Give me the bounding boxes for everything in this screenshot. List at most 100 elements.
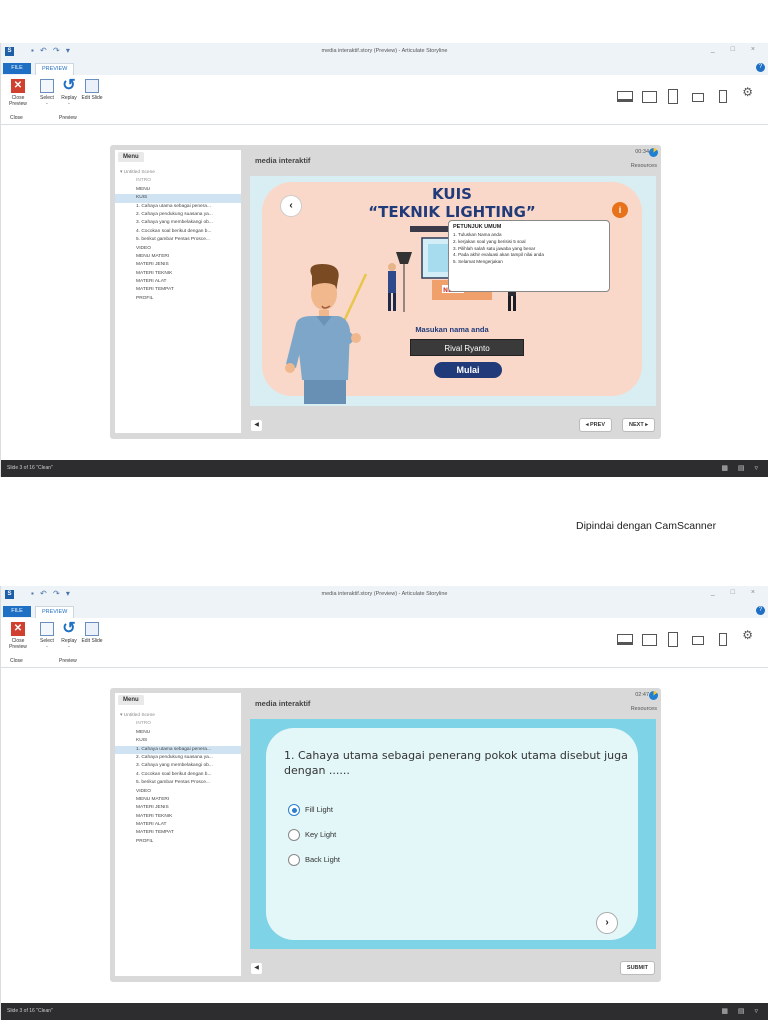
desktop-view-icon[interactable] bbox=[617, 634, 633, 645]
help-icon[interactable]: ? bbox=[756, 63, 765, 72]
gear-icon[interactable]: ⚙ bbox=[742, 85, 753, 99]
next-button[interactable]: NEXT ▸ bbox=[622, 418, 655, 432]
menu-panel: Menu ▾ Untitled Scene INTRO MENU KUIS 1. Cah… bbox=[115, 693, 241, 976]
radio-button[interactable] bbox=[288, 804, 300, 817]
menu-item[interactable]: MENU MATERI bbox=[115, 796, 241, 804]
speaker-icon[interactable]: ◀ bbox=[251, 420, 262, 431]
player-controls: ◀ ◂ PREV NEXT ▸ bbox=[246, 409, 661, 439]
info-icon[interactable]: i bbox=[612, 202, 628, 218]
tablet-portrait-icon[interactable] bbox=[668, 632, 678, 647]
menu-item[interactable]: 2. Cahaya pendukung suasana ya... bbox=[115, 211, 241, 219]
menu-item[interactable]: MENU MATERI bbox=[115, 253, 241, 261]
menu-item[interactable]: MENU bbox=[115, 186, 241, 194]
edit-slide-button[interactable]: Edit Slide bbox=[81, 79, 103, 101]
phone-portrait-icon[interactable] bbox=[719, 90, 727, 103]
timer-text: 02:47 bbox=[635, 692, 649, 698]
menu-scene-item[interactable]: ▾ Untitled Scene bbox=[115, 712, 241, 720]
answer-option[interactable]: Key Light bbox=[288, 829, 336, 842]
tab-preview[interactable]: PREVIEW bbox=[35, 63, 75, 75]
window-controls[interactable]: _ □ × bbox=[711, 589, 762, 596]
menu-item[interactable]: MATERI JENIS bbox=[115, 804, 241, 812]
menu-item[interactable]: 1. Cahaya utama sebagai penera... bbox=[115, 745, 241, 754]
menu-item[interactable]: INTRO bbox=[115, 720, 241, 728]
view-mode-icons[interactable]: ▦ ▤ ▿ bbox=[721, 1003, 762, 1020]
window-controls[interactable]: _ □ × bbox=[711, 46, 762, 53]
edit-slide-button[interactable]: Edit Slide bbox=[81, 622, 103, 644]
menu-item[interactable]: MATERI JENIS bbox=[115, 261, 241, 269]
speaker-icon[interactable]: ◀ bbox=[251, 963, 262, 974]
select-icon bbox=[40, 79, 54, 93]
close-preview-button[interactable]: ✕ Close Preview bbox=[7, 622, 29, 650]
menu-item[interactable]: VIDEO bbox=[115, 788, 241, 796]
menu-item[interactable]: VIDEO bbox=[115, 245, 241, 253]
preview-group-label: Preview bbox=[59, 115, 77, 121]
close-preview-button[interactable]: ✕ Close Preview bbox=[7, 79, 29, 107]
help-icon[interactable]: ? bbox=[756, 606, 765, 615]
radio-button[interactable] bbox=[288, 829, 300, 842]
course-title: media interaktif bbox=[255, 156, 311, 165]
menu-item[interactable]: PROFIL bbox=[115, 838, 241, 846]
replay-button[interactable]: ↺ Replay - bbox=[58, 78, 80, 108]
ribbon: ✕ Close Preview Select - ↺ Replay - Edit… bbox=[1, 618, 768, 668]
menu-item[interactable]: MENU bbox=[115, 729, 241, 737]
tab-preview[interactable]: PREVIEW bbox=[35, 606, 75, 618]
menu-item[interactable]: KUIS bbox=[115, 194, 241, 203]
menu-item[interactable]: MATERI ALAT bbox=[115, 278, 241, 286]
menu-item[interactable]: KUIS bbox=[115, 737, 241, 745]
tablet-portrait-icon[interactable] bbox=[668, 89, 678, 104]
menu-item[interactable]: 3. Cahaya yang membelakangi ob... bbox=[115, 219, 241, 227]
tab-file[interactable]: FILE bbox=[3, 63, 31, 74]
answer-option[interactable]: Fill Light bbox=[288, 804, 333, 817]
select-button[interactable]: Select - bbox=[36, 622, 58, 650]
menu-tab[interactable]: Menu bbox=[118, 695, 144, 705]
resources-link[interactable]: Resources bbox=[631, 163, 657, 169]
menu-item[interactable]: 1. Cahaya utama sebagai penera... bbox=[115, 203, 241, 211]
menu-item[interactable]: MATERI ALAT bbox=[115, 821, 241, 829]
prev-button[interactable]: ◂ PREV bbox=[578, 418, 612, 432]
menu-item[interactable]: 4. Cocokan soal berikut dengan b... bbox=[115, 771, 241, 779]
phone-landscape-icon[interactable] bbox=[692, 636, 704, 645]
radio-button[interactable] bbox=[288, 854, 300, 867]
menu-item[interactable]: MATERI TEKNIK bbox=[115, 813, 241, 821]
answer-option[interactable]: Back Light bbox=[288, 854, 340, 867]
resources-link[interactable]: Resources bbox=[631, 706, 657, 712]
desktop-view-icon[interactable] bbox=[617, 91, 633, 102]
phone-landscape-icon[interactable] bbox=[692, 93, 704, 102]
menu-item[interactable]: MATERI TEMPAT bbox=[115, 286, 241, 294]
submit-button[interactable]: SUBMIT bbox=[619, 961, 655, 975]
gear-icon[interactable]: ⚙ bbox=[742, 628, 753, 642]
menu-item[interactable]: PROFIL bbox=[115, 295, 241, 303]
close-group-label: Close bbox=[10, 658, 23, 664]
menu-item[interactable]: 5. berikut gambar Pentas Prosce... bbox=[115, 779, 241, 787]
replay-button[interactable]: ↺ Replay - bbox=[58, 621, 80, 651]
teacher-illustration bbox=[285, 264, 368, 404]
menu-item[interactable]: 2. Cahaya pendukung suasana ya... bbox=[115, 754, 241, 762]
instruction-line: 5. Selamat Mengerjakan bbox=[453, 259, 503, 265]
tab-file[interactable]: FILE bbox=[3, 606, 31, 617]
view-mode-icons[interactable]: ▦ ▤ ▿ bbox=[721, 460, 762, 477]
menu-item[interactable]: 3. Cahaya yang membelakangi ob... bbox=[115, 762, 241, 770]
next-arrow-button[interactable]: › bbox=[596, 912, 618, 934]
menu-item[interactable]: MATERI TEMPAT bbox=[115, 829, 241, 837]
timer-icon bbox=[649, 691, 658, 700]
menu-tab[interactable]: Menu bbox=[118, 152, 144, 162]
menu-item[interactable]: 5. berikut gambar Pentas Prosce... bbox=[115, 236, 241, 244]
back-arrow-button[interactable]: ‹ bbox=[280, 195, 302, 217]
close-preview-label: Close Preview bbox=[9, 638, 27, 650]
select-sub: - bbox=[46, 644, 48, 650]
option-label: Fill Light bbox=[305, 805, 333, 814]
ribbon-tabs: FILE PREVIEW ? bbox=[1, 61, 768, 75]
select-button[interactable]: Select - bbox=[36, 79, 58, 107]
start-button[interactable]: Mulai bbox=[434, 362, 502, 378]
menu-item[interactable]: INTRO bbox=[115, 177, 241, 185]
tablet-landscape-icon[interactable] bbox=[642, 634, 657, 646]
course-title: media interaktif bbox=[255, 699, 311, 708]
slide-area: media interaktif 02:47 Resources 1. Caha… bbox=[246, 688, 661, 982]
menu-scene-item[interactable]: ▾ Untitled Scene bbox=[115, 169, 241, 177]
close-group-label: Close bbox=[10, 115, 23, 121]
tablet-landscape-icon[interactable] bbox=[642, 91, 657, 103]
phone-portrait-icon[interactable] bbox=[719, 633, 727, 646]
menu-item[interactable]: 4. Cocokan soal berikut dengan b... bbox=[115, 228, 241, 236]
menu-item[interactable]: MATERI TEKNIK bbox=[115, 270, 241, 278]
name-input[interactable]: Rival Ryanto bbox=[410, 339, 524, 356]
